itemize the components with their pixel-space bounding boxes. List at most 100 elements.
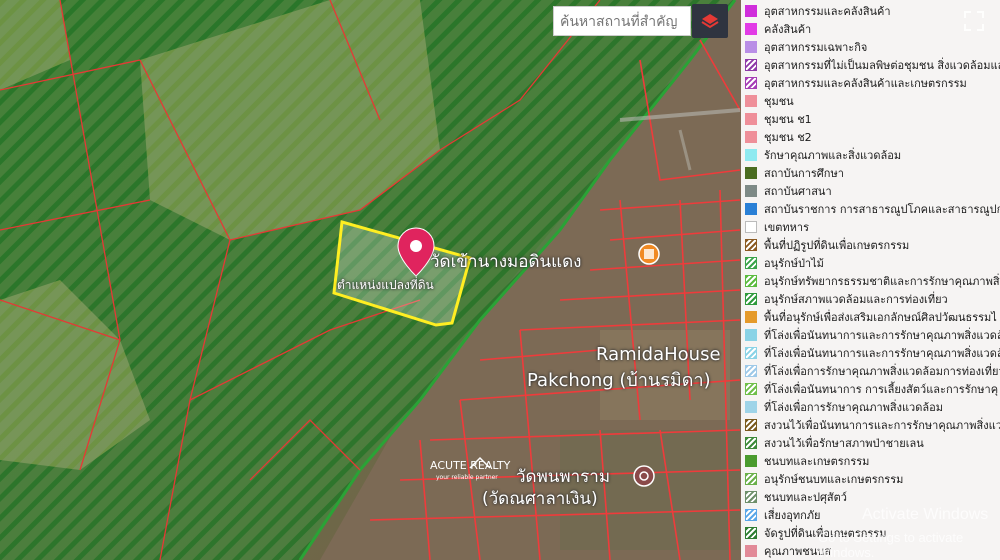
legend-item: สถาบันราชการ การสาธารณูปโภคและสาธารณูปกา… bbox=[741, 200, 1000, 218]
legend-label: สถาบันราชการ การสาธารณูปโภคและสาธารณูปกา… bbox=[764, 203, 1000, 216]
place-label-temple-top: วัดเข้านางมอดินแดง bbox=[430, 252, 582, 272]
legend-label: เขตทหาร bbox=[764, 221, 810, 234]
legend-swatch bbox=[745, 383, 757, 395]
legend-swatch bbox=[745, 329, 757, 341]
legend-item: ชุมชน ช1 bbox=[741, 110, 812, 128]
legend-label: ที่โล่งเพื่อการรักษาคุณภาพสิ่งแวดล้อม bbox=[764, 401, 943, 414]
legend-item: อุตสาหกรรมและคลังสินค้าและเกษตรกรรม bbox=[741, 74, 967, 92]
legend-swatch bbox=[745, 365, 757, 377]
legend-label: ชุมชน bbox=[764, 95, 794, 108]
legend-swatch bbox=[745, 473, 757, 485]
legend-item: อนุรักษ์ป่าไม้ bbox=[741, 254, 824, 272]
legend-item: สงวนไว้เพื่อนันทนาการและการรักษาคุณภาพสิ… bbox=[741, 416, 1000, 434]
legend-label: อนุรักษ์ชนบทและเกษตรกรรม bbox=[764, 473, 904, 486]
legend-label: ที่โล่งเพื่อนันทนาการ การเลี้ยงสัตว์และก… bbox=[764, 383, 999, 396]
place-label-temple-bottom-2: (วัดณศาลาเงิน) bbox=[482, 489, 598, 509]
logo-tagline: your reliable partner bbox=[436, 474, 498, 481]
legend-swatch bbox=[745, 95, 757, 107]
legend-label: ที่โล่งเพื่อการรักษาคุณภาพสิ่งแวดล้อมการ… bbox=[764, 365, 1000, 378]
legend-label: สถาบันการศึกษา bbox=[764, 167, 844, 180]
layers-icon bbox=[701, 14, 719, 29]
legend-label: อุตสาหกรรมและคลังสินค้า bbox=[764, 5, 891, 18]
legend-swatch bbox=[745, 275, 757, 287]
legend-item: ที่โล่งเพื่อนันทนาการและการรักษาคุณภาพสิ… bbox=[741, 344, 1000, 362]
legend-swatch bbox=[745, 167, 757, 179]
legend-item: ที่โล่งเพื่อการรักษาคุณภาพสิ่งแวดล้อม bbox=[741, 398, 943, 416]
legend-item: สถาบันการศึกษา bbox=[741, 164, 844, 182]
legend-item: อุตสาหกรรมเฉพาะกิจ bbox=[741, 38, 867, 56]
legend-item: สถาบันศาสนา bbox=[741, 182, 832, 200]
legend-swatch bbox=[745, 509, 757, 521]
legend-item: อนุรักษ์สภาพแวดล้อมและการท่องเที่ยว bbox=[741, 290, 948, 308]
legend-label: ชนบทและเกษตรกรรม bbox=[764, 455, 870, 468]
legend-item: อนุรักษ์ชนบทและเกษตรกรรม bbox=[741, 470, 903, 488]
layers-button[interactable] bbox=[692, 4, 728, 38]
legend-label: เสี่ยงอุทกภัย bbox=[764, 509, 821, 522]
temple-icon bbox=[633, 465, 655, 487]
legend-swatch bbox=[745, 185, 757, 197]
legend-label: สงวนไว้เพื่อนันทนาการและการรักษาคุณภาพสิ… bbox=[764, 419, 1000, 432]
legend-label: อนุรักษ์ทรัพยากรธรรมชาติและการรักษาคุณภา… bbox=[764, 275, 1000, 288]
legend-swatch bbox=[745, 113, 757, 125]
legend-item: คลังสินค้า bbox=[741, 20, 811, 38]
legend-label: ชุมชน ช2 bbox=[764, 131, 812, 144]
activate-windows-title: Activate Windows bbox=[862, 506, 989, 523]
legend-swatch bbox=[745, 203, 757, 215]
legend-label: คลังสินค้า bbox=[764, 23, 812, 36]
legend-label: อนุรักษ์ป่าไม้ bbox=[764, 257, 824, 270]
legend-label: พื้นที่ปฏิรูปที่ดินเพื่อเกษตรกรรม bbox=[764, 239, 910, 252]
legend-swatch bbox=[745, 419, 757, 431]
legend-swatch bbox=[745, 347, 757, 359]
legend-item: ชุมชน bbox=[741, 92, 794, 110]
legend-swatch bbox=[745, 23, 757, 35]
legend-item: ที่โล่งเพื่อการรักษาคุณภาพสิ่งแวดล้อมการ… bbox=[741, 362, 1000, 380]
legend-item: สงวนไว้เพื่อรักษาสภาพป่าชายเลน bbox=[741, 434, 924, 452]
legend-swatch bbox=[745, 41, 757, 53]
legend-item: พื้นที่ปฏิรูปที่ดินเพื่อเกษตรกรรม bbox=[741, 236, 909, 254]
legend-item: อุตสาหกรรมและคลังสินค้า bbox=[741, 2, 891, 20]
legend-item: อนุรักษ์ทรัพยากรธรรมชาติและการรักษาคุณภา… bbox=[741, 272, 1000, 290]
legend-label: พื้นที่อนุรักษ์เพื่อส่งเสริมเอกลักษณ์ศิล… bbox=[764, 311, 997, 324]
legend-item: รักษาคุณภาพและสิ่งแวดล้อม bbox=[741, 146, 901, 164]
legend-item: ชุมชน ช2 bbox=[741, 128, 812, 146]
legend-swatch bbox=[745, 401, 757, 413]
place-label-ramida-2: Pakchong (บ้านรมิดา) bbox=[527, 370, 711, 391]
pin-label: ตำแหน่งแปลงที่ดิน bbox=[337, 278, 434, 292]
legend-swatch bbox=[745, 455, 757, 467]
legend-label: สถาบันศาสนา bbox=[764, 185, 832, 198]
legend-swatch bbox=[745, 437, 757, 449]
activate-windows-subtitle: Go to Settings to activate Windows. bbox=[818, 530, 964, 560]
legend-label: ชุมชน ช1 bbox=[764, 113, 812, 126]
legend-item: ชนบทและเกษตรกรรม bbox=[741, 452, 869, 470]
legend-swatch bbox=[745, 239, 757, 251]
legend-item: อุตสาหกรรมที่ไม่เป็นมลพิษต่อชุมชน สิ่งแว… bbox=[741, 56, 1000, 74]
legend-label: สงวนไว้เพื่อรักษาสภาพป่าชายเลน bbox=[764, 437, 924, 450]
legend-label: ที่โล่งเพื่อนันทนาการและการรักษาคุณภาพสิ… bbox=[764, 329, 1000, 342]
legend-swatch bbox=[745, 527, 757, 539]
legend-swatch bbox=[745, 293, 757, 305]
legend-swatch bbox=[745, 5, 757, 17]
legend-swatch bbox=[745, 491, 757, 503]
legend-swatch bbox=[745, 221, 757, 233]
legend-item: พื้นที่อนุรักษ์เพื่อส่งเสริมเอกลักษณ์ศิล… bbox=[741, 308, 997, 326]
legend-item: ที่โล่งเพื่อนันทนาการและการรักษาคุณภาพสิ… bbox=[741, 326, 1000, 344]
legend-label: ที่โล่งเพื่อนันทนาการและการรักษาคุณภาพสิ… bbox=[764, 347, 1000, 360]
legend-item: เขตทหาร bbox=[741, 218, 809, 236]
legend-swatch bbox=[745, 131, 757, 143]
legend-swatch bbox=[745, 311, 757, 323]
legend-item: ชนบทและปศุสัตว์ bbox=[741, 488, 847, 506]
legend-label: อุตสาหกรรมเฉพาะกิจ bbox=[764, 41, 868, 54]
legend-swatch bbox=[745, 149, 757, 161]
search-input[interactable] bbox=[553, 6, 691, 36]
legend-label: อุตสาหกรรมและคลังสินค้าและเกษตรกรรม bbox=[764, 77, 967, 90]
legend-label: อุตสาหกรรมที่ไม่เป็นมลพิษต่อชุมชน สิ่งแว… bbox=[764, 59, 1000, 72]
legend-swatch bbox=[745, 77, 757, 89]
legend-label: รักษาคุณภาพและสิ่งแวดล้อม bbox=[764, 149, 902, 162]
legend-swatch bbox=[745, 545, 757, 557]
legend-item: เสี่ยงอุทกภัย bbox=[741, 506, 821, 524]
logo-text: ACUTE REALTY bbox=[430, 459, 511, 472]
zoning-legend: อุตสาหกรรมและคลังสินค้าคลังสินค้าอุตสาหก… bbox=[741, 0, 1000, 560]
legend-label: ชนบทและปศุสัตว์ bbox=[764, 491, 847, 504]
legend-label: อนุรักษ์สภาพแวดล้อมและการท่องเที่ยว bbox=[764, 293, 948, 306]
place-label-ramida-1: RamidaHouse bbox=[596, 344, 721, 365]
